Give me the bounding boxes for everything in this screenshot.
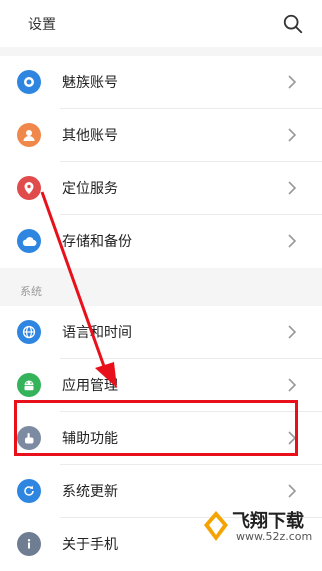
chevron-right-icon <box>288 378 297 392</box>
chevron-right-icon <box>288 234 297 248</box>
cloud-icon <box>17 229 41 253</box>
highlight-box <box>14 400 298 456</box>
chevron-right-icon <box>288 75 297 89</box>
watermark-logo-icon <box>204 511 228 541</box>
watermark: 飞翔下载 www.52z.com <box>202 505 312 549</box>
settings-item-label: 存储和备份 <box>62 234 132 250</box>
page-title: 设置 <box>28 17 56 33</box>
chevron-right-icon <box>288 128 297 142</box>
location-pin-icon <box>17 176 41 200</box>
refresh-icon <box>17 479 41 503</box>
user-badge-icon <box>17 70 41 94</box>
android-icon <box>17 373 41 397</box>
settings-item-label: 魅族账号 <box>62 75 118 91</box>
chevron-right-icon <box>288 181 297 195</box>
settings-list: 魅族账号 其他账号 定位服务 存储和备份 系统 语言和时间 应用管理 辅助功能 … <box>0 56 322 571</box>
settings-item-label: 关于手机 <box>62 537 118 553</box>
settings-item-language-time[interactable]: 语言和时间 <box>0 306 322 359</box>
chevron-right-icon <box>288 325 297 339</box>
search-icon[interactable] <box>282 13 304 35</box>
chevron-right-icon <box>288 484 297 498</box>
settings-item-other-accounts[interactable]: 其他账号 <box>0 109 322 162</box>
settings-item-meizu-account[interactable]: 魅族账号 <box>0 56 322 109</box>
section-title: 系统 <box>20 285 42 298</box>
watermark-url: www.52z.com <box>236 530 313 543</box>
settings-item-label: 其他账号 <box>62 128 118 144</box>
person-icon <box>17 123 41 147</box>
settings-item-location[interactable]: 定位服务 <box>0 162 322 215</box>
settings-item-label: 系统更新 <box>62 484 118 500</box>
section-header-system: 系统 <box>0 268 322 306</box>
settings-item-label: 定位服务 <box>62 181 118 197</box>
top-bar: 设置 <box>0 0 322 47</box>
settings-item-label: 语言和时间 <box>62 325 132 341</box>
settings-item-storage-backup[interactable]: 存储和备份 <box>0 215 322 268</box>
globe-icon <box>17 320 41 344</box>
info-icon <box>17 532 41 556</box>
settings-item-label: 应用管理 <box>62 378 118 394</box>
